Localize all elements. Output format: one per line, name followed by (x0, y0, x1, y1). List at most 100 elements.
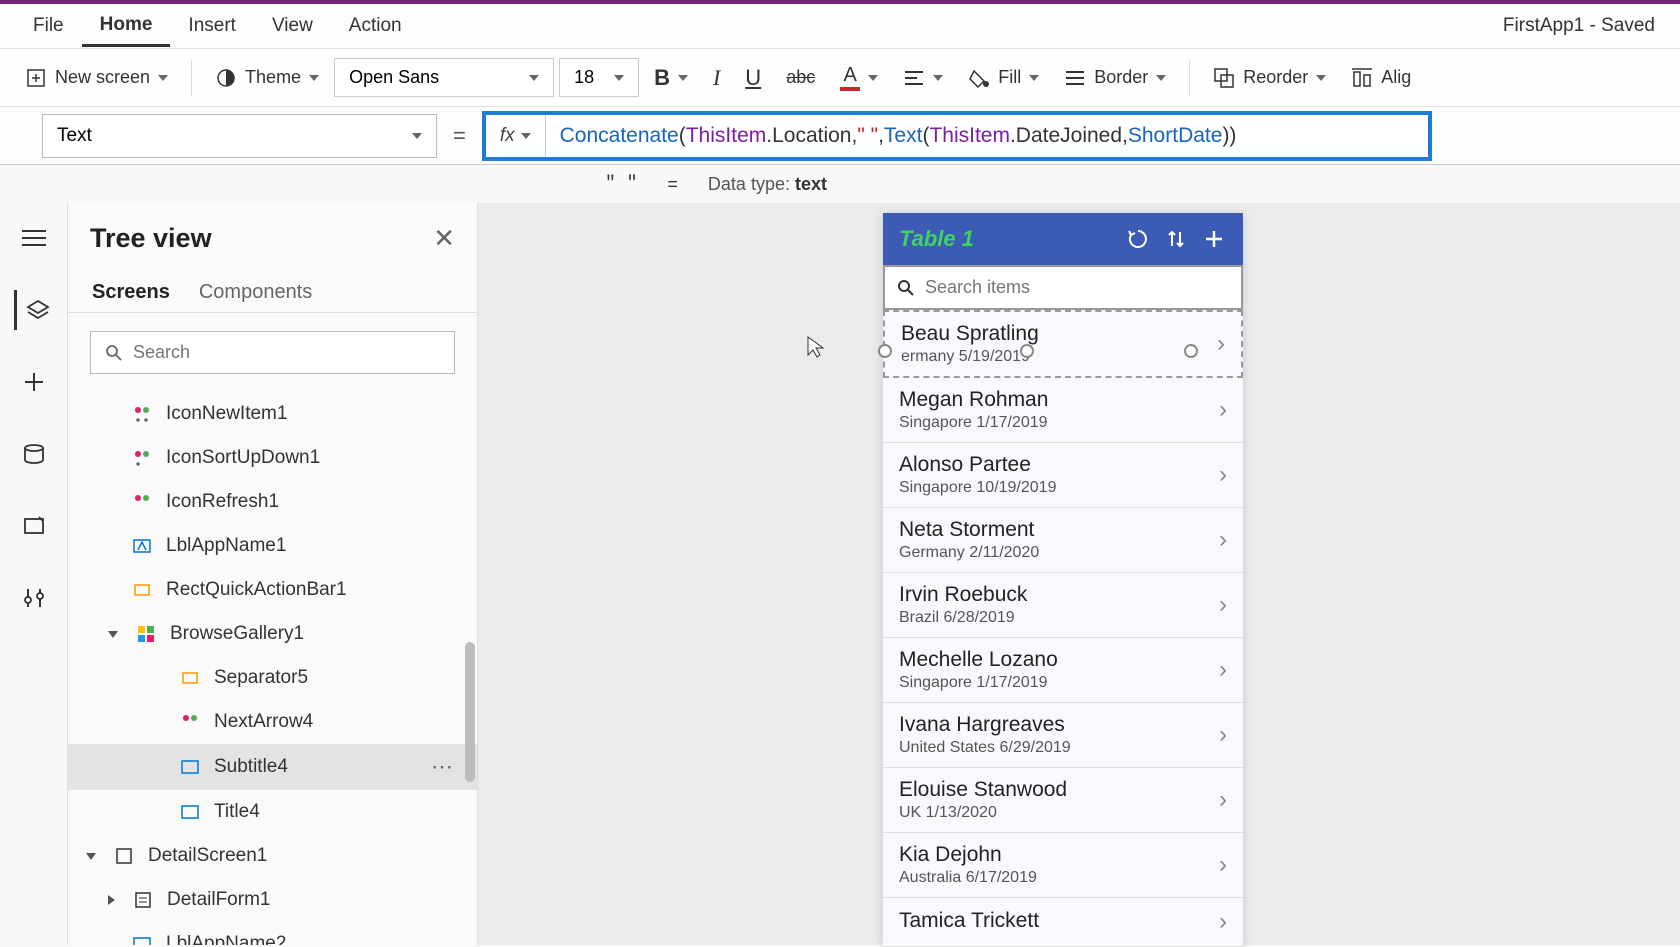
tree-item-iconsort[interactable]: IconSortUpDown1 (68, 436, 477, 480)
gallery-item[interactable]: Alonso Partee Singapore 10/19/2019 › (883, 443, 1243, 508)
menu-insert[interactable]: Insert (170, 7, 254, 45)
tree-item-lblappname2[interactable]: LblAppName2 (68, 922, 477, 945)
tree-list: IconNewItem1 IconSortUpDown1 IconRefresh… (68, 392, 477, 945)
gallery-item[interactable]: Mechelle Lozano Singapore 1/17/2019 › (883, 638, 1243, 703)
label-icon (130, 534, 154, 558)
tree-item-lblappname[interactable]: LblAppName1 (68, 524, 477, 568)
font-size-select[interactable]: 18 (559, 58, 639, 97)
chevron-right-icon[interactable]: › (1219, 656, 1227, 684)
fill-button[interactable]: Fill (958, 61, 1049, 95)
tree-item-iconnewitem[interactable]: IconNewItem1 (68, 392, 477, 436)
gallery-item[interactable]: Beau Spratling ermany 5/19/2019 › (883, 310, 1243, 378)
formula-bar: Text = fx Concatenate(ThisItem.Location,… (0, 107, 1680, 165)
underline-button[interactable]: U (735, 59, 771, 97)
plus-icon (22, 370, 46, 394)
tree-view-button[interactable] (14, 290, 54, 330)
advanced-button[interactable] (14, 578, 54, 618)
new-screen-button[interactable]: New screen (15, 61, 178, 95)
chevron-right-icon[interactable]: › (1219, 851, 1227, 879)
align-button[interactable] (893, 63, 953, 93)
theme-button[interactable]: Theme (205, 61, 329, 95)
more-icon[interactable]: ⋯ (431, 754, 455, 780)
control-icon (130, 446, 154, 470)
phone-preview[interactable]: Table 1 Beau Spratling ermany 5/19/2019 … (883, 213, 1243, 947)
hamburger-button[interactable] (14, 218, 54, 258)
tree-item-title[interactable]: Title4 (68, 790, 477, 834)
data-button[interactable] (14, 434, 54, 474)
phone-search[interactable] (883, 265, 1243, 310)
form-icon (131, 888, 155, 912)
gallery-item[interactable]: Irvin Roebuck Brazil 6/28/2019 › (883, 573, 1243, 638)
chevron-right-icon[interactable]: › (1219, 591, 1227, 619)
align-objects-button[interactable]: Alig (1341, 61, 1421, 95)
sort-icon[interactable] (1163, 226, 1189, 252)
tree-item-iconrefresh[interactable]: IconRefresh1 (68, 480, 477, 524)
font-value: Open Sans (349, 67, 439, 88)
gallery-item[interactable]: Kia Dejohn Australia 6/17/2019 › (883, 833, 1243, 898)
tree-item-separator[interactable]: Separator5 (68, 656, 477, 700)
refresh-icon[interactable] (1125, 226, 1151, 252)
chevron-right-icon[interactable]: › (1219, 786, 1227, 814)
tree-item-browsegallery[interactable]: BrowseGallery1 (68, 612, 477, 656)
insert-button[interactable] (14, 362, 54, 402)
chevron-down-icon (158, 75, 168, 81)
font-color-button[interactable]: A (830, 58, 888, 97)
selection-handle[interactable] (1184, 344, 1198, 358)
gallery-item[interactable]: Neta Storment Germany 2/11/2020 › (883, 508, 1243, 573)
gallery-subtitle: Singapore 1/17/2019 (899, 414, 1048, 432)
bold-button[interactable]: B (644, 59, 698, 97)
gallery-item[interactable]: Ivana Hargreaves United States 6/29/2019… (883, 703, 1243, 768)
chevron-right-icon[interactable]: › (1219, 396, 1227, 424)
media-button[interactable] (14, 506, 54, 546)
chevron-right-icon[interactable]: › (1219, 461, 1227, 489)
tab-components[interactable]: Components (197, 273, 314, 312)
gallery-subtitle: Singapore 1/17/2019 (899, 674, 1058, 692)
label-icon (178, 800, 202, 824)
menu-home[interactable]: Home (82, 6, 171, 47)
cursor-icon (806, 335, 826, 365)
gallery-name: Beau Spratling (901, 322, 1039, 346)
chevron-right-icon[interactable]: › (1217, 330, 1225, 358)
datatype-row: " " = Data type: text (0, 165, 1680, 203)
control-icon (130, 490, 154, 514)
menu-bar: File Home Insert View Action FirstApp1 -… (0, 4, 1680, 49)
tree-item-detailscreen[interactable]: DetailScreen1 (68, 834, 477, 878)
border-label: Border (1094, 67, 1148, 88)
tab-screens[interactable]: Screens (90, 273, 172, 312)
font-select[interactable]: Open Sans (334, 58, 554, 97)
tree-item-detailform[interactable]: DetailForm1 (68, 878, 477, 922)
chevron-down-icon (1029, 75, 1039, 81)
chevron-right-icon[interactable]: › (1219, 526, 1227, 554)
selection-handle[interactable] (878, 344, 892, 358)
fx-button[interactable]: fx (486, 115, 546, 157)
align-label: Alig (1381, 67, 1411, 88)
add-icon[interactable] (1201, 226, 1227, 252)
gallery-item[interactable]: Elouise Stanwood UK 1/13/2020 › (883, 768, 1243, 833)
phone-search-input[interactable] (925, 277, 1229, 298)
property-selector[interactable]: Text (42, 114, 437, 158)
chevron-right-icon[interactable]: › (1219, 908, 1227, 936)
phone-header: Table 1 (883, 213, 1243, 265)
menu-file[interactable]: File (15, 7, 82, 45)
chevron-down-icon (614, 75, 624, 81)
menu-action[interactable]: Action (331, 7, 420, 45)
scrollbar-thumb[interactable] (465, 642, 475, 782)
gallery-name: Irvin Roebuck (899, 583, 1027, 607)
canvas[interactable]: Table 1 Beau Spratling ermany 5/19/2019 … (478, 203, 1680, 945)
gallery-item[interactable]: Megan Rohman Singapore 1/17/2019 › (883, 378, 1243, 443)
new-screen-icon (25, 67, 47, 89)
menu-view[interactable]: View (254, 7, 331, 45)
tree-item-rectquick[interactable]: RectQuickActionBar1 (68, 568, 477, 612)
tree-search-input[interactable] (133, 342, 440, 363)
tree-search[interactable] (90, 331, 455, 374)
close-icon[interactable]: ✕ (433, 223, 455, 254)
formula-input[interactable]: Concatenate(ThisItem.Location, " ", Text… (546, 115, 1428, 157)
tree-item-subtitle[interactable]: Subtitle4 ⋯ (68, 744, 477, 790)
strikethrough-button[interactable]: abc (776, 61, 825, 94)
chevron-right-icon[interactable]: › (1219, 721, 1227, 749)
italic-button[interactable]: I (703, 59, 730, 97)
gallery-item[interactable]: Tamica Trickett › (883, 898, 1243, 947)
tree-item-nextarrow[interactable]: NextArrow4 (68, 700, 477, 744)
reorder-button[interactable]: Reorder (1203, 61, 1336, 95)
border-button[interactable]: Border (1054, 61, 1176, 94)
